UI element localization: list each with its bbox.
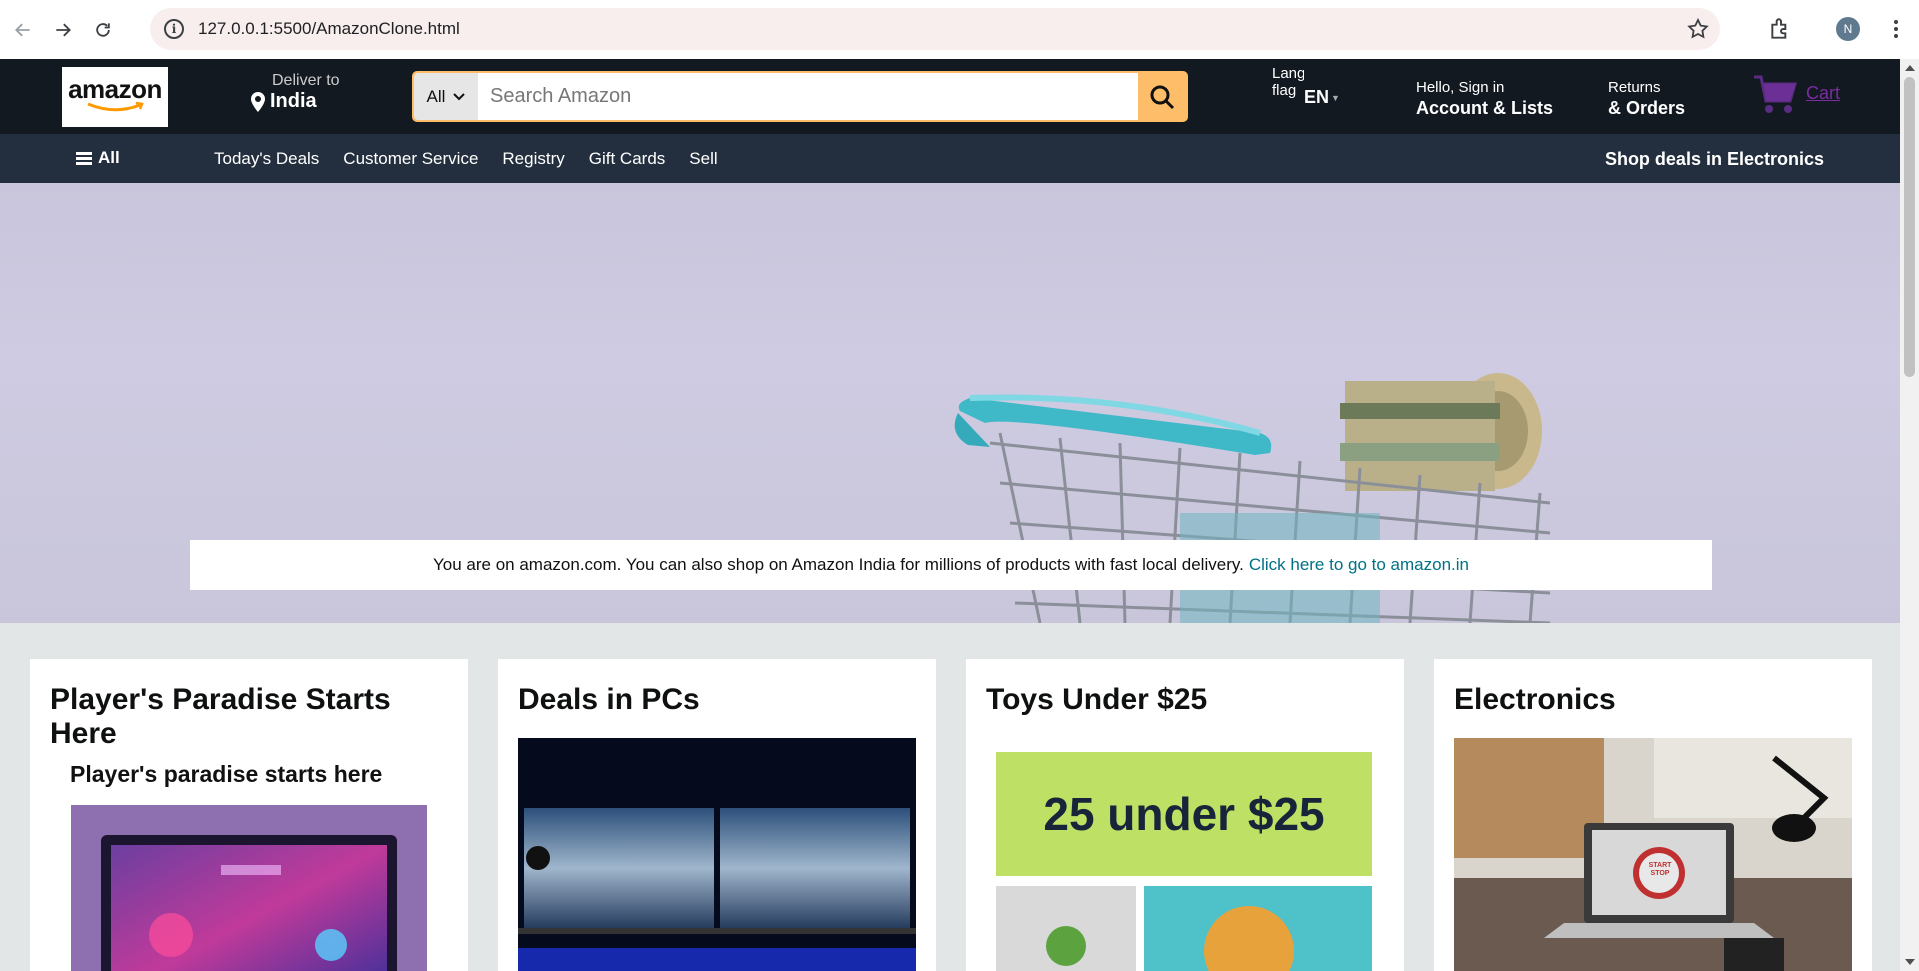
hamburger-icon xyxy=(76,151,92,165)
account-greeting: Hello, Sign in xyxy=(1416,79,1505,96)
returns-label: Returns xyxy=(1608,79,1661,96)
card-electronics[interactable]: Electronics START STOP xyxy=(1434,659,1872,971)
dual-monitor-image[interactable] xyxy=(518,738,916,971)
turtle-toy-image xyxy=(996,886,1136,971)
browser-menu-icon[interactable] xyxy=(1886,16,1906,42)
scroll-down-icon[interactable] xyxy=(1905,959,1915,965)
hero-banner[interactable]: You are on amazon.com. You can also shop… xyxy=(0,183,1900,623)
site-info-icon[interactable]: i xyxy=(164,19,184,39)
deliver-to[interactable]: Deliver to India xyxy=(250,72,340,113)
amazon-india-notice: You are on amazon.com. You can also shop… xyxy=(190,540,1712,590)
deliver-location: India xyxy=(270,90,317,112)
card-title: Deals in PCs xyxy=(518,683,700,716)
location-pin-icon xyxy=(251,91,265,112)
puppy-toy-image xyxy=(1144,886,1372,971)
card-toys-under-25[interactable]: Toys Under $25 25 under $25 xyxy=(966,659,1404,971)
flag-image-alt: Language flag xyxy=(1272,65,1304,99)
extensions-icon[interactable] xyxy=(1768,16,1794,42)
card-title: Player's Paradise Starts Here xyxy=(50,683,391,750)
scroll-up-icon[interactable] xyxy=(1905,65,1915,71)
start-stop-sign: START STOP xyxy=(1648,862,1672,877)
toys-banner: 25 under $25 xyxy=(996,752,1372,876)
profile-avatar[interactable]: N xyxy=(1836,17,1860,41)
amazon-india-link[interactable]: Click here to go to amazon.in xyxy=(1249,555,1469,575)
reload-button[interactable] xyxy=(86,13,120,47)
account-lists[interactable]: Hello, Sign in Account & Lists xyxy=(1416,79,1553,119)
card-deals-in-pcs[interactable]: Deals in PCs xyxy=(498,659,936,971)
amazon-header: amazon Deliver to India All Language fla… xyxy=(0,59,1900,134)
amazon-logo[interactable]: amazon xyxy=(62,67,168,127)
arrow-left-icon xyxy=(15,23,30,36)
desk-laptop-image[interactable]: START STOP xyxy=(1454,738,1852,971)
nav-link-registry[interactable]: Registry xyxy=(502,149,564,169)
gaming-laptop-image[interactable] xyxy=(71,805,427,971)
address-bar[interactable]: i 127.0.0.1:5500/AmazonClone.html xyxy=(150,8,1720,50)
language-code: EN xyxy=(1304,87,1330,107)
nav-links: Today's Deals Customer Service Registry … xyxy=(214,149,718,169)
nav-link-gift-cards[interactable]: Gift Cards xyxy=(589,149,666,169)
all-label: All xyxy=(98,148,120,167)
bookmark-star-icon[interactable] xyxy=(1686,17,1710,41)
sub-navigation: All Today's Deals Customer Service Regis… xyxy=(0,134,1900,183)
search-category-label: All xyxy=(426,86,446,106)
nav-link-todays-deals[interactable]: Today's Deals xyxy=(214,149,319,169)
notice-text: You are on amazon.com. You can also shop… xyxy=(433,555,1244,574)
arrow-right-icon xyxy=(56,23,71,36)
back-button[interactable] xyxy=(6,13,40,47)
nav-link-sell[interactable]: Sell xyxy=(689,149,717,169)
cart-icon xyxy=(1754,75,1798,113)
card-subtitle: Player's paradise starts here xyxy=(70,761,383,787)
browser-toolbar: i 127.0.0.1:5500/AmazonClone.html N xyxy=(0,0,1919,59)
page-viewport: amazon Deliver to India All Language fla… xyxy=(0,59,1900,971)
forward-button[interactable] xyxy=(46,13,80,47)
search-input[interactable] xyxy=(478,73,1138,120)
all-menu-button[interactable]: All xyxy=(76,148,120,168)
url-text[interactable]: 127.0.0.1:5500/AmazonClone.html xyxy=(198,19,460,39)
card-title: Toys Under $25 xyxy=(986,683,1208,716)
search-icon xyxy=(1150,85,1175,109)
scroll-thumb[interactable] xyxy=(1904,77,1915,377)
cart-button[interactable]: Cart xyxy=(1752,73,1840,117)
orders-label: & Orders xyxy=(1608,98,1686,118)
electronics-promo-link[interactable]: Shop deals in Electronics xyxy=(1605,149,1824,170)
search-bar: All xyxy=(412,71,1188,122)
card-players-paradise[interactable]: Player's Paradise Starts Here Player's p… xyxy=(30,659,468,971)
page-scrollbar[interactable] xyxy=(1900,59,1919,971)
account-label: Account & Lists xyxy=(1416,98,1554,118)
returns-orders[interactable]: Returns & Orders xyxy=(1608,79,1685,119)
search-category-select[interactable]: All xyxy=(414,73,478,120)
deliver-label: Deliver to xyxy=(272,72,340,89)
toys-image[interactable]: 25 under $25 xyxy=(986,738,1384,971)
search-button[interactable] xyxy=(1138,73,1186,120)
language-selector[interactable]: Language flag EN ▼ xyxy=(1272,65,1344,129)
reload-icon xyxy=(96,22,110,37)
nav-link-customer-service[interactable]: Customer Service xyxy=(343,149,478,169)
cart-label: Cart xyxy=(1806,82,1841,103)
chevron-down-icon xyxy=(453,92,466,100)
logo-smile-icon xyxy=(87,101,144,111)
caret-down-icon: ▼ xyxy=(1331,92,1340,103)
card-title: Electronics xyxy=(1454,683,1616,716)
